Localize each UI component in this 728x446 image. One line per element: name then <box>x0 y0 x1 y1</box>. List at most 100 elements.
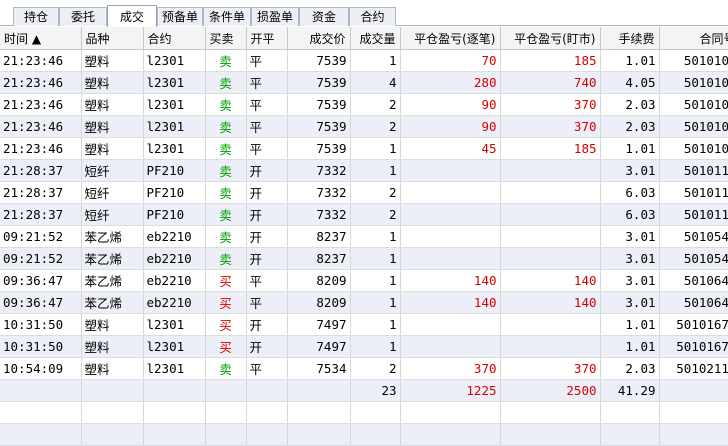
table-row[interactable]: 10:54:09塑料l2301卖平753423703702.0350102113 <box>0 357 728 380</box>
table-row[interactable]: 09:21:52苯乙烯eb2210卖开82371 3.015010543 <box>0 247 728 270</box>
table-row[interactable]: 09:21:52苯乙烯eb2210卖开82371 3.015010543 <box>0 225 728 248</box>
cell-product: 塑料 <box>81 49 144 72</box>
cell-time: 21:23:46 <box>0 115 82 138</box>
cell-price: 7534 <box>287 357 351 380</box>
table-row[interactable]: 21:28:37短纤PF210卖开73322 6.035010114 <box>0 203 728 226</box>
table-row[interactable]: 21:28:37短纤PF210卖开73321 3.015010114 <box>0 159 728 182</box>
cell-contract: PF210 <box>143 181 206 204</box>
cell-contract: PF210 <box>143 159 206 182</box>
empty-cell <box>81 401 144 424</box>
cell-contract-no: 50101677 <box>659 313 728 336</box>
table-row[interactable]: 21:28:37短纤PF210卖开73322 6.035010114 <box>0 181 728 204</box>
total-empty-cell <box>0 379 82 402</box>
table-row[interactable]: 21:23:46塑料l2301卖平75391451851.015010103 <box>0 137 728 160</box>
table-row[interactable]: 21:23:46塑料l2301卖平75392903702.035010103 <box>0 93 728 116</box>
cell-side: 卖 <box>205 225 247 248</box>
column-contract-no-header[interactable]: 合同号 <box>659 27 728 50</box>
cell-contract: l2301 <box>143 93 206 116</box>
tab-orders[interactable]: 委托 <box>59 7 107 26</box>
cell-contract-no: 5010649 <box>659 269 728 292</box>
cell-quantity: 1 <box>350 225 401 248</box>
empty-cell <box>400 401 501 424</box>
cell-pnl-mtm <box>500 313 601 336</box>
empty-cell <box>143 401 206 424</box>
cell-contract-no: 5010114 <box>659 203 728 226</box>
cell-price: 8237 <box>287 225 351 248</box>
column-quantity-header[interactable]: 成交量 <box>350 27 401 50</box>
cell-open-close: 开 <box>246 225 288 248</box>
column-price-header[interactable]: 成交价 <box>287 27 351 50</box>
cell-quantity: 1 <box>350 137 401 160</box>
table-row[interactable]: 10:31:50塑料l2301买开74971 1.0150101677 <box>0 335 728 358</box>
cell-pnl-trade: 90 <box>400 93 501 116</box>
cell-open-close: 平 <box>246 269 288 292</box>
cell-time: 10:31:50 <box>0 335 82 358</box>
cell-side: 卖 <box>205 159 247 182</box>
cell-pnl-trade: 140 <box>400 291 501 314</box>
cell-pnl-trade <box>400 335 501 358</box>
total-empty-cell <box>143 379 206 402</box>
cell-product: 塑料 <box>81 93 144 116</box>
cell-contract: l2301 <box>143 335 206 358</box>
cell-pnl-trade: 280 <box>400 71 501 94</box>
column-pnl-mtm-header[interactable]: 平仓盈亏(盯市) <box>500 27 601 50</box>
cell-contract-no: 5010103 <box>659 137 728 160</box>
cell-quantity: 2 <box>350 115 401 138</box>
table-row[interactable]: 10:31:50塑料l2301买开74971 1.0150101677 <box>0 313 728 336</box>
column-contract-header[interactable]: 合约 <box>143 27 206 50</box>
column-open-close-header[interactable]: 开平 <box>246 27 288 50</box>
cell-time: 09:36:47 <box>0 269 82 292</box>
cell-price: 7332 <box>287 203 351 226</box>
empty-cell <box>205 401 247 424</box>
cell-time: 21:23:46 <box>0 93 82 116</box>
cell-pnl-trade <box>400 225 501 248</box>
cell-price: 7539 <box>287 49 351 72</box>
column-pnl-trade-header[interactable]: 平仓盈亏(逐笔) <box>400 27 501 50</box>
cell-fee: 2.03 <box>600 93 660 116</box>
cell-side: 买 <box>205 335 247 358</box>
cell-quantity: 2 <box>350 93 401 116</box>
table-row[interactable]: 09:36:47苯乙烯eb2210买平820911401403.01501064… <box>0 269 728 292</box>
cell-product: 苯乙烯 <box>81 269 144 292</box>
column-side-header[interactable]: 买卖 <box>205 27 247 50</box>
cell-contract-no: 5010114 <box>659 181 728 204</box>
cell-pnl-mtm: 740 <box>500 71 601 94</box>
tab-trades[interactable]: 成交 <box>107 5 157 27</box>
cell-time: 21:23:46 <box>0 71 82 94</box>
cell-quantity: 1 <box>350 313 401 336</box>
cell-fee: 3.01 <box>600 291 660 314</box>
cell-contract-no: 50101677 <box>659 335 728 358</box>
column-fee-header[interactable]: 手续费 <box>600 27 660 50</box>
cell-pnl-trade <box>400 203 501 226</box>
table-row[interactable]: 21:23:46塑料l2301卖平753942807404.055010103 <box>0 71 728 94</box>
tab-conditional-orders[interactable]: 条件单 <box>203 7 251 26</box>
cell-time: 21:28:37 <box>0 203 82 226</box>
tab-prepared-orders[interactable]: 预备单 <box>157 7 203 26</box>
column-product-header[interactable]: 品种 <box>81 27 144 50</box>
cell-open-close: 开 <box>246 247 288 270</box>
cell-price: 8209 <box>287 269 351 292</box>
cell-contract: eb2210 <box>143 269 206 292</box>
tab-contracts[interactable]: 合约 <box>349 7 396 26</box>
cell-pnl-mtm: 185 <box>500 137 601 160</box>
tab-stop-profit-loss[interactable]: 损盈单 <box>251 7 299 26</box>
table-header: 时间 ▲ 品种 合约 买卖 开平 成交价 成交量 平仓盈亏(逐笔) 平仓盈亏(盯… <box>0 27 728 50</box>
cell-fee: 3.01 <box>600 159 660 182</box>
tab-positions[interactable]: 持仓 <box>13 7 59 26</box>
cell-product: 短纤 <box>81 181 144 204</box>
table-row[interactable]: 21:23:46塑料l2301卖平75391701851.015010103 <box>0 49 728 72</box>
cell-contract: PF210 <box>143 203 206 226</box>
cell-product: 塑料 <box>81 313 144 336</box>
tab-funds[interactable]: 资金 <box>299 7 349 26</box>
table-row[interactable]: 09:36:47苯乙烯eb2210买平820911401403.01501064… <box>0 291 728 314</box>
cell-pnl-mtm <box>500 203 601 226</box>
cell-quantity: 2 <box>350 357 401 380</box>
cell-side: 卖 <box>205 247 247 270</box>
total-fee: 41.29 <box>600 379 660 402</box>
empty-cell <box>0 401 82 424</box>
table-row[interactable]: 21:23:46塑料l2301卖平75392903702.035010103 <box>0 115 728 138</box>
cell-contract-no: 5010103 <box>659 71 728 94</box>
column-time-header[interactable]: 时间 ▲ <box>0 27 82 50</box>
cell-fee: 3.01 <box>600 247 660 270</box>
empty-cell <box>600 401 660 424</box>
